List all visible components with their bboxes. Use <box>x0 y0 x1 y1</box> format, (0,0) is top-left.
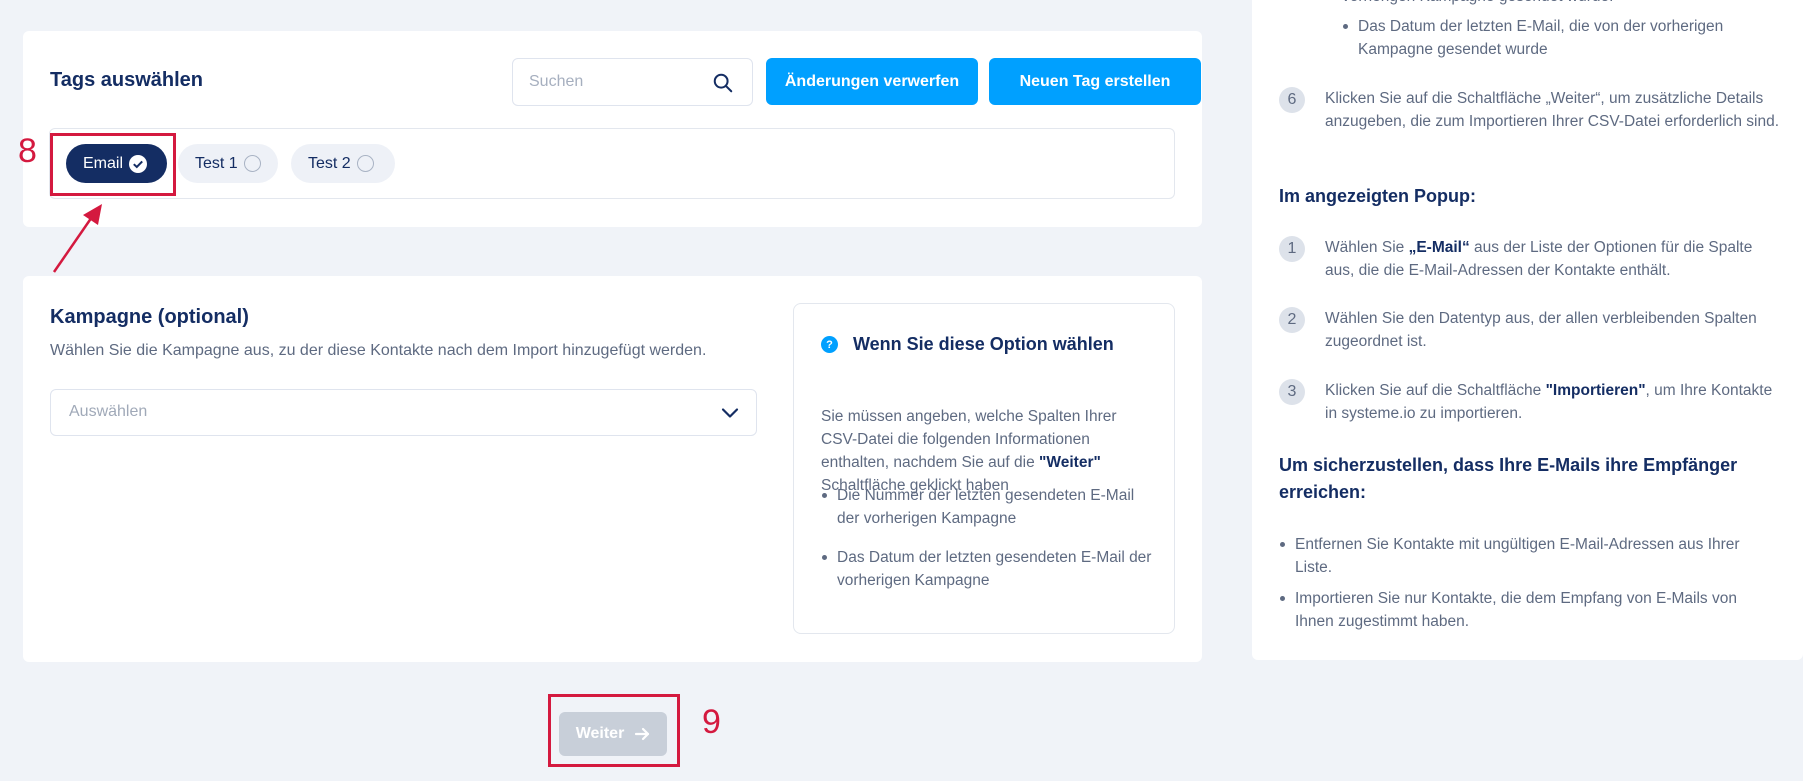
chevron-down-icon <box>721 408 739 418</box>
popup-step-3-text: Klicken Sie auf die Schaltfläche "Import… <box>1325 382 1773 422</box>
delivery-bullet: Entfernen Sie Kontakte mit ungültigen E-… <box>1279 533 1779 579</box>
campaign-info-box: ? Wenn Sie diese Option wählen Sie müsse… <box>793 303 1175 634</box>
tag-label: Test 1 <box>195 154 238 172</box>
unchecked-circle-icon <box>243 155 261 172</box>
unchecked-circle-icon <box>356 155 374 172</box>
help-panel: vorherigen Kampagne gesendet wurde. Das … <box>1252 0 1803 660</box>
discard-changes-button[interactable]: Änderungen verwerfen <box>766 58 978 105</box>
popup-heading: Im angezeigten Popup: <box>1279 186 1477 206</box>
step-number-badge: 1 <box>1279 236 1305 262</box>
campaign-card: Kampagne (optional) Wählen Sie die Kampa… <box>23 276 1202 662</box>
popup-step-1-text: Wählen Sie „E-Mail“ aus der Liste der Op… <box>1325 239 1753 279</box>
tag-chip-test-2[interactable]: Test 2 <box>291 144 395 183</box>
campaign-description: Wählen Sie die Kampagne aus, zu der dies… <box>50 342 707 359</box>
tag-chip-test-1[interactable]: Test 1 <box>178 144 278 183</box>
tags-card: Tags auswählen Änderungen verwerfen Neue… <box>23 31 1202 227</box>
step-6-text: Klicken Sie auf die Schaltfläche „Weiter… <box>1325 90 1780 130</box>
info-bullet: Die Nummer der letzten gesendeten E-Mail… <box>821 484 1156 530</box>
help-bullet: Das Datum der letzten E-Mail, die von de… <box>1342 15 1762 61</box>
question-icon: ? <box>821 336 838 353</box>
tag-label: Test 2 <box>308 154 351 172</box>
campaign-select[interactable]: Auswählen <box>50 389 757 436</box>
info-title: Wenn Sie diese Option wählen <box>853 334 1114 354</box>
search-icon[interactable] <box>712 72 734 94</box>
create-tag-button[interactable]: Neuen Tag erstellen <box>989 58 1201 105</box>
annotation-box-9 <box>548 694 680 767</box>
help-text-cut: vorherigen Kampagne gesendet wurde. <box>1342 0 1762 8</box>
step-number-badge: 3 <box>1279 379 1305 405</box>
tags-title: Tags auswählen <box>50 69 204 91</box>
campaign-title: Kampagne (optional) <box>50 306 249 328</box>
annotation-label-8: 8 <box>18 132 37 170</box>
popup-step-2-text: Wählen Sie den Datentyp aus, der allen v… <box>1325 310 1757 350</box>
step-number-badge: 2 <box>1279 307 1305 333</box>
campaign-select-placeholder: Auswählen <box>69 403 148 420</box>
delivery-bullet: Importieren Sie nur Kontakte, die dem Em… <box>1279 587 1779 633</box>
step-number-badge: 6 <box>1279 87 1305 113</box>
delivery-heading: Um sicherzustellen, dass Ihre E-Mails ih… <box>1279 455 1738 502</box>
search-input[interactable] <box>529 70 709 94</box>
annotation-box-8 <box>50 133 176 196</box>
search-box[interactable] <box>512 58 753 106</box>
annotation-label-9: 9 <box>702 703 721 741</box>
annotation-arrow-icon <box>52 204 102 273</box>
info-bullet: Das Datum der letzten gesendeten E-Mail … <box>821 546 1156 592</box>
